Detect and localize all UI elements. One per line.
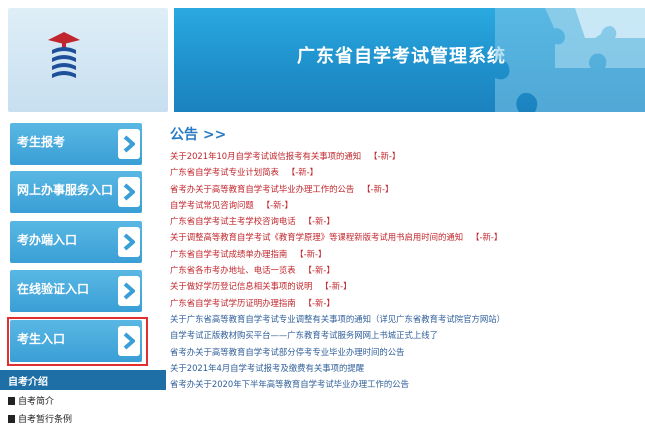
intro-link-overview[interactable]: 自考简介: [8, 394, 54, 407]
news-item[interactable]: 省考办关于高等教育自学考试部分停考专业毕业办理时间的公告: [170, 344, 645, 360]
news-item[interactable]: 广东省自学考试学历证明办理指南 【-新-】: [170, 295, 645, 311]
news-item[interactable]: 广东省各市考办地址、电话一览表 【-新-】: [170, 262, 645, 278]
candidate-portal-highlight: [7, 317, 148, 366]
news-item[interactable]: 关于广东省高等教育自学考试专业调整有关事项的通知（详见广东省教育考试院官方网站）: [170, 311, 645, 327]
news-list: 关于2021年10月自学考试诚信报考有关事项的通知 【-新-】 广东省自学考试专业…: [170, 148, 645, 392]
sidebar-button-online-verification[interactable]: 在线验证入口: [10, 270, 142, 312]
news-link[interactable]: 关于做好学历登记信息相关事项的说明: [170, 281, 312, 291]
bullet-icon: [8, 415, 15, 423]
exam-logo-icon: [48, 32, 80, 78]
news-link[interactable]: 关于2021年4月自学考试报考及缴费有关事项的提醒: [170, 363, 364, 373]
new-badge: 【-新-】: [295, 248, 327, 259]
news-item[interactable]: 关于2021年10月自学考试诚信报考有关事项的通知 【-新-】: [170, 148, 645, 164]
chevron-right-icon: [118, 227, 140, 257]
sidebar-button-office-portal[interactable]: 考办端入口: [10, 221, 142, 263]
intro-heading: 自考介绍: [8, 377, 48, 388]
intro-link-regulations[interactable]: 自考暂行条例: [8, 412, 72, 425]
new-badge: 【-新-】: [303, 216, 335, 227]
new-badge: 【-新-】: [303, 265, 335, 276]
news-link[interactable]: 广东省自学考试专业计划简表: [170, 167, 279, 177]
news-item[interactable]: 省考办关于2020年下半年高等教育自学考试毕业办理工作的公告: [170, 376, 645, 392]
news-link[interactable]: 广东省自学考试成绩单办理指南: [170, 249, 287, 259]
sidebar: 考生报考 网上办事服务入口 考办端入口 在线验证入口 考生入口 自考介绍 自考简…: [0, 112, 166, 430]
header: 广东省自学考试管理系统: [0, 0, 645, 112]
news-item[interactable]: 广东省自学考试主考学校咨询电话 【-新-】: [170, 213, 645, 229]
chevron-right-icon: [118, 177, 140, 207]
news-link[interactable]: 省考办关于高等教育自学考试部分停考专业毕业办理时间的公告: [170, 347, 405, 357]
new-badge: 【-新-】: [369, 151, 401, 161]
new-badge: 【-新-】: [286, 167, 319, 178]
news-item[interactable]: 自学考试常见咨询问题 【-新-】: [170, 197, 645, 213]
news-item[interactable]: 广东省自学考试成绩单办理指南 【-新-】: [170, 246, 645, 262]
news-item[interactable]: 关于2021年4月自学考试报考及缴费有关事项的提醒: [170, 360, 645, 376]
sidebar-button-label: 网上办事服务入口: [17, 183, 114, 197]
intro-section-header: 自考介绍: [0, 370, 166, 390]
puzzle-decoration-icon: [495, 8, 645, 112]
news-link[interactable]: 广东省自学考试主考学校咨询电话: [170, 216, 296, 226]
sidebar-button-label: 考办端入口: [17, 233, 78, 247]
chevron-right-icon: [118, 276, 140, 306]
new-badge: 【-新-】: [362, 183, 394, 194]
notice-title: 公告 >>: [170, 127, 227, 143]
sidebar-button-online-services[interactable]: 网上办事服务入口: [10, 171, 142, 213]
new-badge: 【-新-】: [471, 232, 503, 243]
new-badge: 【-新-】: [303, 297, 335, 308]
news-item[interactable]: 自学考试正版教材购买平台——广东教育考试服务网网上书城正式上线了: [170, 327, 645, 343]
sidebar-button-label: 在线验证入口: [17, 282, 90, 296]
sidebar-button-exam-registration[interactable]: 考生报考: [10, 123, 142, 165]
new-badge: 【-新-】: [320, 281, 352, 292]
news-link[interactable]: 关于2021年10月自学考试诚信报考有关事项的通知: [170, 151, 361, 161]
chevron-right-icon: [118, 129, 140, 159]
logo-panel: [8, 8, 168, 112]
main-content: 公告 >> 关于2021年10月自学考试诚信报考有关事项的通知 【-新-】 广东省…: [166, 112, 645, 430]
new-badge: 【-新-】: [261, 199, 293, 210]
intro-link-label: 自考简介: [18, 397, 55, 407]
news-item[interactable]: 省考办关于高等教育自学考试毕业办理工作的公告 【-新-】: [170, 181, 645, 197]
header-banner: 广东省自学考试管理系统: [174, 8, 645, 112]
news-link[interactable]: 广东省各市考办地址、电话一览表: [170, 265, 296, 275]
news-link[interactable]: 关于调整高等教育自学考试《教育学原理》等课程新版考试用书启用时间的通知: [170, 232, 463, 242]
news-link[interactable]: 广东省自学考试学历证明办理指南: [170, 298, 296, 308]
news-link[interactable]: 关于广东省高等教育自学考试专业调整有关事项的通知（详见广东省教育考试院官方网站）: [170, 314, 505, 324]
news-item[interactable]: 关于做好学历登记信息相关事项的说明 【-新-】: [170, 278, 645, 294]
news-link[interactable]: 省考办关于高等教育自学考试毕业办理工作的公告: [170, 184, 354, 194]
news-link[interactable]: 省考办关于2020年下半年高等教育自学考试毕业办理工作的公告: [170, 379, 409, 389]
sidebar-button-label: 考生报考: [17, 135, 66, 149]
news-link[interactable]: 自学考试常见咨询问题: [170, 200, 254, 210]
news-item[interactable]: 关于调整高等教育自学考试《教育学原理》等课程新版考试用书启用时间的通知 【-新-】: [170, 229, 645, 245]
news-item[interactable]: 广东省自学考试专业计划简表 【-新-】: [170, 164, 645, 180]
news-link[interactable]: 自学考试正版教材购买平台——广东教育考试服务网网上书城正式上线了: [170, 330, 438, 340]
intro-link-label: 自考暂行条例: [18, 415, 73, 425]
bullet-icon: [8, 397, 15, 405]
